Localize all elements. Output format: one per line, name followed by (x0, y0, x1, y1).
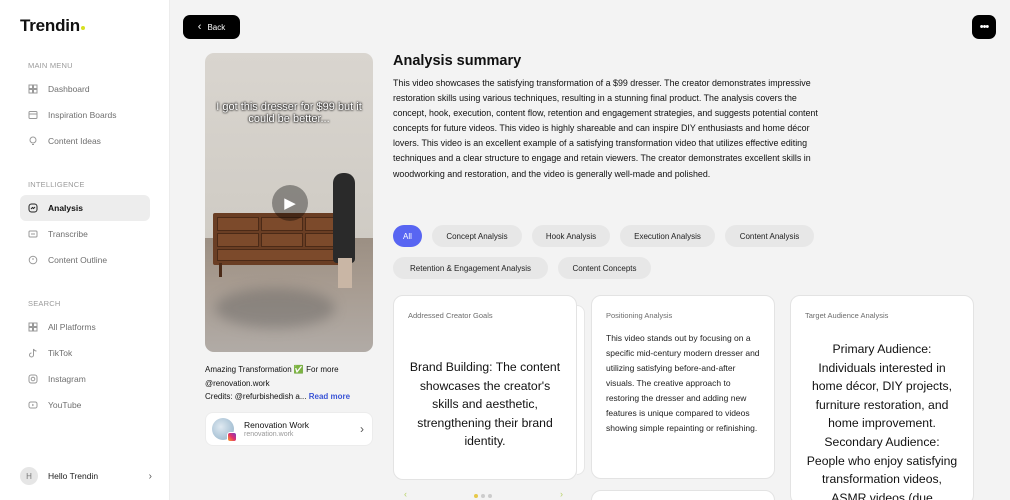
card-body-line: Primary Audience: (832, 342, 932, 356)
youtube-icon (28, 400, 38, 410)
video-player[interactable]: I got this dresser for $99 but it could … (205, 53, 373, 352)
user-menu[interactable]: H Hello Trendin › (20, 466, 152, 486)
filter-chip-hook-analysis[interactable]: Hook Analysis (532, 225, 610, 247)
sidebar-item-label: Analysis (48, 203, 83, 213)
dresser-drawer (217, 233, 259, 247)
sidebar-item-content-outline[interactable]: Content Outline (20, 247, 150, 273)
back-button-label: Back (207, 22, 226, 32)
card-title: Addressed Creator Goals (408, 311, 493, 320)
analysis-card-positioning: Positioning Analysis This video stands o… (591, 295, 775, 479)
dresser-drawer (217, 249, 347, 261)
sidebar-item-all-platforms[interactable]: All Platforms (20, 314, 150, 340)
carousel-dot[interactable] (481, 494, 485, 498)
instagram-icon (28, 374, 38, 384)
transcribe-icon (28, 229, 38, 239)
sidebar-item-analysis[interactable]: Analysis (20, 195, 150, 221)
sidebar-item-label: Instagram (48, 374, 86, 384)
grid-icon (28, 322, 38, 332)
video-frame-person (333, 173, 355, 263)
section-label-main-menu: MAIN MENU (28, 61, 73, 70)
user-name: Hello Trendin (48, 471, 99, 481)
more-options-button[interactable]: ••• (972, 15, 996, 39)
video-frame-dresser (213, 213, 351, 265)
sidebar-item-content-ideas[interactable]: Content Ideas (20, 128, 150, 154)
chevron-right-icon[interactable]: › (560, 489, 563, 499)
filter-chip-all[interactable]: All (393, 225, 422, 247)
sidebar-item-instagram[interactable]: Instagram (20, 366, 150, 392)
video-description-line: @renovation.work (205, 378, 270, 388)
lightbulb-icon (28, 136, 38, 146)
card-body-line: Secondary Audience: (824, 434, 940, 449)
more-icon: ••• (979, 21, 990, 33)
chevron-right-icon: › (360, 422, 364, 436)
play-icon: ▶ (284, 195, 296, 212)
logo-dot (81, 26, 85, 30)
video-description-line: Amazing Transformation ✅ For more (205, 365, 339, 374)
play-button[interactable]: ▶ (272, 185, 308, 221)
section-label-search: SEARCH (28, 299, 61, 308)
dresser-drawer (261, 233, 303, 247)
filter-chip-content-analysis[interactable]: Content Analysis (725, 225, 814, 247)
sidebar-item-label: TikTok (48, 348, 73, 358)
sidebar-item-label: All Platforms (48, 322, 96, 332)
sidebar-item-youtube[interactable]: YouTube (20, 392, 150, 418)
filter-chip-content-concepts[interactable]: Content Concepts (558, 257, 651, 279)
carousel-dot[interactable] (488, 494, 492, 498)
sidebar-item-tiktok[interactable]: TikTok (20, 340, 150, 366)
filter-chip-execution-analysis[interactable]: Execution Analysis (620, 225, 715, 247)
video-caption: I got this dresser for $99 but it could … (216, 101, 362, 125)
sidebar-item-transcribe[interactable]: Transcribe (20, 221, 150, 247)
sidebar-item-label: Content Outline (48, 255, 108, 265)
sidebar-item-label: Dashboard (48, 84, 90, 94)
account-handle: renovation.work (244, 430, 294, 438)
app-logo[interactable]: Trendin (20, 16, 85, 36)
sidebar-item-dashboard[interactable]: Dashboard (20, 76, 150, 102)
video-description: Amazing Transformation ✅ For more @renov… (205, 363, 377, 404)
video-frame-floor-stain (215, 288, 335, 328)
account-avatar (212, 418, 237, 442)
dresser-leg (219, 263, 222, 277)
analysis-card-target-audience: Target Audience Analysis Primary Audienc… (790, 295, 974, 500)
dresser-drawer (217, 217, 259, 231)
read-more-link[interactable]: Read more (309, 392, 350, 401)
summary-text: This video showcases the satisfying tran… (393, 78, 818, 179)
sidebar-item-label: YouTube (48, 400, 82, 410)
chevron-left-icon[interactable]: ‹ (404, 489, 407, 499)
tiktok-icon (28, 348, 38, 358)
avatar: H (20, 467, 38, 485)
filter-chip-concept-analysis[interactable]: Concept Analysis (432, 225, 522, 247)
chevron-left-icon: ‹ (197, 21, 202, 33)
instagram-icon (227, 432, 237, 442)
chevron-right-icon: › (148, 470, 152, 482)
video-frame-person-legs (338, 258, 352, 288)
card-body-line: Individuals interested in home décor, DI… (811, 360, 952, 431)
account-card[interactable]: Renovation Work renovation.work › (205, 412, 373, 446)
video-description-line: Credits: @refurbishedish a... (205, 392, 307, 401)
page-title: Analysis summary (393, 53, 522, 69)
dashboard-icon (28, 84, 38, 94)
section-label-intelligence: INTELLIGENCE (28, 180, 85, 189)
analysis-card-creator-goals: Addressed Creator Goals Brand Building: … (393, 295, 577, 499)
account-name: Renovation Work (244, 419, 310, 430)
card-body: Brand Building: The content showcases th… (409, 360, 561, 449)
stacked-card-edge (577, 305, 585, 475)
sidebar: Trendin MAIN MENU Dashboard Inspiration … (0, 0, 170, 500)
card-body: Primary Audience: Individuals interested… (805, 340, 959, 500)
card-title: Positioning Analysis (606, 311, 673, 320)
board-icon (28, 110, 38, 120)
next-card-peek (591, 490, 775, 500)
card-body: This video stands out by focusing on a s… (606, 333, 760, 433)
sidebar-item-inspiration-boards[interactable]: Inspiration Boards (20, 102, 150, 128)
sidebar-item-label: Transcribe (48, 229, 88, 239)
analysis-icon (28, 203, 38, 213)
back-button[interactable]: ‹ Back (183, 15, 240, 39)
filter-chip-retention-engagement[interactable]: Retention & Engagement Analysis (393, 257, 548, 279)
sidebar-item-label: Content Ideas (48, 136, 101, 146)
card-title: Target Audience Analysis (805, 311, 889, 320)
outline-icon (28, 255, 38, 265)
card-body-line: People who enjoy satisfying transformati… (806, 453, 958, 500)
sidebar-item-label: Inspiration Boards (48, 110, 117, 120)
carousel-dot[interactable] (474, 494, 478, 498)
carousel-dots (474, 494, 492, 498)
